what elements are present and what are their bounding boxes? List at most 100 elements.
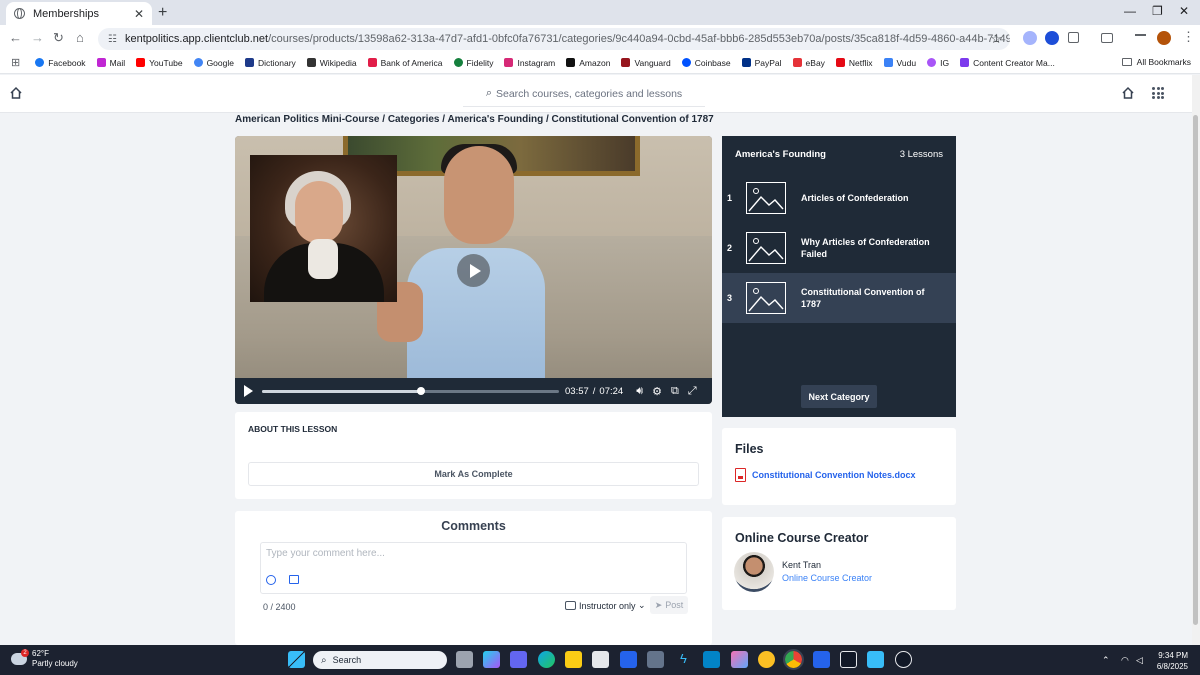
image-upload-icon[interactable] bbox=[289, 575, 299, 584]
bookmark-netflix[interactable]: Netflix bbox=[835, 58, 873, 68]
video-player[interactable]: 03:57 / 07:24 🔊︎ ⚙ ⧉ ⤢ bbox=[235, 136, 712, 404]
task-view-icon[interactable] bbox=[456, 651, 473, 668]
bookmark-amazon[interactable]: Amazon bbox=[566, 58, 610, 68]
chrome-icon[interactable] bbox=[783, 649, 804, 670]
wifi-icon[interactable]: ◠ bbox=[1121, 655, 1129, 666]
tray-chevron-up-icon[interactable]: ⌃ bbox=[1102, 655, 1110, 666]
breadcrumb[interactable]: American Politics Mini-Course / Categori… bbox=[235, 114, 714, 125]
bookmark-star-icon[interactable]: ☆ bbox=[990, 31, 1002, 47]
about-lesson-panel: ABOUT THIS LESSON Mark As Complete bbox=[235, 412, 712, 499]
forward-arrow-icon[interactable]: → bbox=[31, 30, 44, 45]
photos-icon[interactable] bbox=[731, 651, 748, 668]
bookmark-paypal[interactable]: PayPal bbox=[741, 58, 782, 68]
send-icon: ➤ bbox=[654, 599, 663, 610]
bookmark-youtube[interactable]: YouTube bbox=[136, 58, 183, 68]
play-overlay-button[interactable] bbox=[457, 254, 490, 287]
volume-icon[interactable]: 🔊︎ bbox=[636, 385, 643, 398]
speaker-icon[interactable]: ◁ bbox=[1136, 655, 1143, 666]
bookmark-fidelity[interactable]: Fidelity bbox=[453, 58, 493, 68]
creator-role-link[interactable]: Online Course Creator bbox=[782, 573, 872, 583]
new-tab-button[interactable]: + bbox=[158, 4, 167, 22]
fullscreen-icon[interactable]: ⤢ bbox=[688, 385, 697, 398]
outlook-icon[interactable] bbox=[703, 651, 720, 668]
bookmark-dictionary[interactable]: Dictionary bbox=[244, 58, 296, 68]
comments-panel: Comments 0 / 2400 Instructor only ⌄ ➤ Po… bbox=[235, 511, 712, 645]
lesson-item-active[interactable]: 3 Constitutional Convention of 1787 bbox=[722, 273, 956, 323]
creator-name: Kent Tran bbox=[782, 560, 822, 570]
bookmark-vudu[interactable]: Vudu bbox=[883, 58, 916, 68]
weather-desc: Partly cloudy bbox=[32, 659, 78, 668]
back-arrow-icon[interactable]: ← bbox=[9, 30, 22, 45]
file-link[interactable]: Constitutional Convention Notes.docx bbox=[735, 468, 916, 482]
bookmark-vanguard[interactable]: Vanguard bbox=[621, 58, 671, 68]
tab-close-button[interactable]: ✕ bbox=[134, 7, 144, 21]
site-info-icon[interactable]: ☷ bbox=[108, 34, 117, 45]
snipping-tool-icon[interactable] bbox=[867, 651, 884, 668]
tab-search-icon[interactable] bbox=[1101, 33, 1113, 43]
lesson-item[interactable]: 1 Articles of Confederation bbox=[722, 173, 956, 223]
windows-start-icon[interactable] bbox=[288, 651, 305, 668]
apps-grid-icon[interactable]: ⊞ bbox=[11, 56, 20, 69]
more-menu-icon[interactable]: ⋮ bbox=[1182, 29, 1195, 45]
close-window-button[interactable]: ✕ bbox=[1179, 4, 1189, 18]
teams-icon[interactable] bbox=[510, 651, 527, 668]
minimize-button[interactable]: — bbox=[1124, 4, 1136, 18]
emoji-icon[interactable] bbox=[266, 575, 276, 585]
next-category-button[interactable]: Next Category bbox=[801, 385, 877, 408]
capcut-icon[interactable] bbox=[840, 651, 857, 668]
home-icon[interactable] bbox=[1121, 86, 1135, 100]
file-explorer-icon[interactable] bbox=[565, 651, 582, 668]
calculator-icon[interactable] bbox=[647, 651, 664, 668]
bookmark-facebook[interactable]: Facebook bbox=[35, 58, 86, 68]
profile-avatar[interactable] bbox=[1157, 31, 1171, 45]
mark-complete-button[interactable]: Mark As Complete bbox=[248, 462, 699, 486]
bookmark-bank-of-america[interactable]: Bank of America bbox=[367, 58, 443, 68]
reload-icon[interactable]: ↻ bbox=[53, 30, 64, 46]
image-placeholder-icon bbox=[746, 282, 786, 314]
bookmark-google[interactable]: Google bbox=[193, 58, 234, 68]
home-icon[interactable]: ⌂ bbox=[76, 30, 84, 45]
clock-time: 9:34 PM bbox=[1158, 651, 1188, 660]
lightning-app-icon[interactable]: ϟ bbox=[675, 651, 692, 668]
post-button[interactable]: ➤ Post bbox=[650, 596, 688, 614]
seek-bar[interactable] bbox=[262, 386, 559, 395]
play-icon[interactable] bbox=[244, 385, 253, 397]
bookmark-content-creator[interactable]: Content Creator Ma... bbox=[960, 58, 1055, 68]
bookmark-mail[interactable]: Mail bbox=[96, 58, 125, 68]
about-heading: ABOUT THIS LESSON bbox=[248, 424, 338, 434]
home-icon[interactable] bbox=[9, 86, 23, 100]
browser-tab[interactable]: Memberships ✕ bbox=[6, 2, 152, 25]
lesson-item[interactable]: 2 Why Articles of Confederation Failed bbox=[722, 223, 956, 273]
dropbox-icon[interactable] bbox=[620, 651, 637, 668]
bookmark-ebay[interactable]: eBay bbox=[792, 58, 825, 68]
seek-bar-handle[interactable] bbox=[416, 386, 425, 395]
comment-input[interactable] bbox=[266, 548, 646, 559]
copilot-icon[interactable] bbox=[483, 651, 500, 668]
media-player-icon[interactable] bbox=[895, 651, 912, 668]
weather-app-icon[interactable] bbox=[758, 651, 775, 668]
taskbar-search[interactable]: ⌕ Search bbox=[313, 651, 447, 669]
bookmark-ig[interactable]: IG bbox=[927, 58, 949, 68]
extension-icon[interactable] bbox=[1045, 31, 1059, 45]
system-clock[interactable]: 9:34 PM 6/8/2025 bbox=[1152, 650, 1188, 672]
visibility-dropdown[interactable]: Instructor only ⌄ bbox=[565, 600, 646, 611]
bookmark-coinbase[interactable]: Coinbase bbox=[681, 58, 731, 68]
store-icon[interactable] bbox=[592, 651, 609, 668]
word-icon[interactable] bbox=[813, 651, 830, 668]
settings-gear-icon[interactable]: ⚙ bbox=[652, 385, 662, 398]
edge-icon[interactable] bbox=[538, 651, 555, 668]
course-search-input[interactable]: ⌕ Search courses, categories and lessons bbox=[463, 81, 705, 107]
popout-icon[interactable]: ⧉ bbox=[671, 385, 679, 398]
maximize-button[interactable]: ❐ bbox=[1152, 4, 1163, 18]
search-icon: ⌕ bbox=[321, 654, 327, 666]
app-grid-icon[interactable] bbox=[1152, 87, 1164, 99]
extensions-puzzle-icon[interactable] bbox=[1068, 32, 1079, 43]
weather-widget[interactable]: 2 62°F Partly cloudy bbox=[11, 649, 78, 669]
bookmark-instagram[interactable]: Instagram bbox=[504, 58, 555, 68]
bookmark-wikipedia[interactable]: Wikipedia bbox=[306, 58, 357, 68]
extension-icon[interactable] bbox=[1023, 31, 1037, 45]
media-control-icon[interactable] bbox=[1135, 34, 1146, 42]
all-bookmarks-button[interactable]: All Bookmarks bbox=[1121, 57, 1191, 67]
scrollbar-thumb[interactable] bbox=[1193, 115, 1198, 625]
address-bar[interactable]: ☷ kentpolitics.app.clientclub.net /cours… bbox=[98, 28, 1010, 50]
